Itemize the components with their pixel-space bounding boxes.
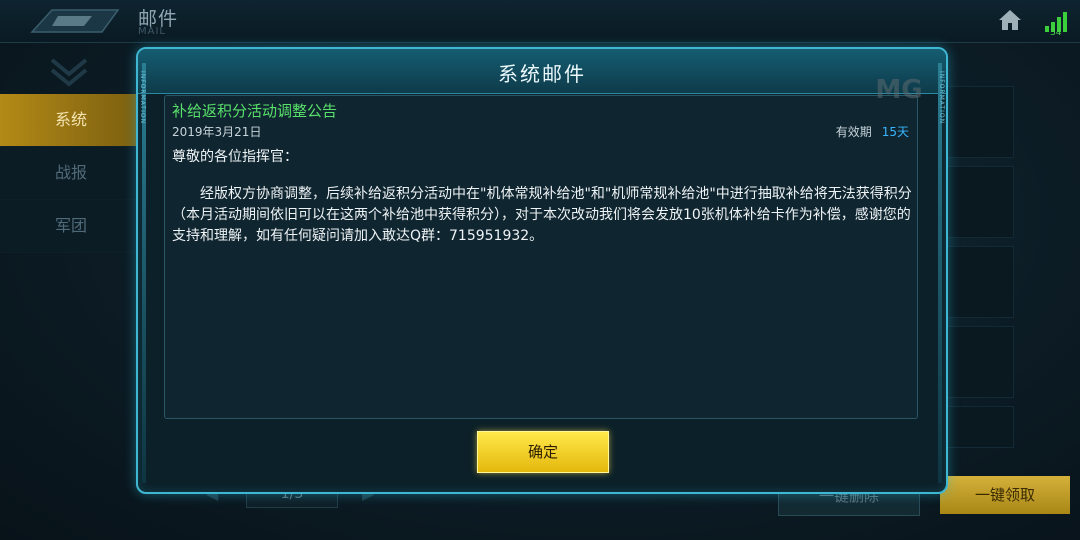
expiry-value: 15天: [881, 125, 909, 139]
page-subtitle: MAIL: [138, 26, 166, 37]
mail-list-item[interactable]: [942, 406, 1014, 448]
confirm-button[interactable]: 确定: [477, 431, 609, 473]
dialog-right-strip: [938, 63, 942, 483]
watermark-logo: MG: [875, 75, 923, 105]
mail-list-item[interactable]: [942, 246, 1014, 318]
chevron-down-icon: [50, 58, 88, 87]
claim-all-button[interactable]: 一键领取: [940, 476, 1070, 514]
dialog-title: 系统邮件: [498, 62, 586, 86]
back-arrow-icon[interactable]: [22, 6, 120, 34]
sidebar-item-system[interactable]: 系统: [0, 94, 142, 147]
sidebar: 系统 战报 军团: [0, 94, 142, 253]
dialog-side-tag: INFORMATION: [139, 71, 146, 125]
mail-list-item[interactable]: [942, 86, 1014, 158]
dialog-side-tag: INFORMATION: [938, 71, 945, 125]
top-bar: 邮件 MAIL 34: [0, 0, 1080, 43]
mail-greeting: 尊敬的各位指挥官：: [172, 149, 298, 165]
home-icon[interactable]: [998, 9, 1022, 31]
mail-list-item[interactable]: [942, 326, 1014, 398]
signal-value: 34: [1050, 28, 1062, 38]
mail-expiry: 有效期 15天: [836, 123, 909, 140]
mail-body: 经版权方协商调整，后续补给返积分活动中在"机体常规补给池"和"机师常规补给池"中…: [172, 186, 912, 244]
system-mail-dialog: 系统邮件 INFORMATION INFORMATION 补给返积分活动调整公告…: [136, 47, 948, 494]
sidebar-item-battle-report[interactable]: 战报: [0, 147, 142, 200]
expiry-label: 有效期: [835, 125, 872, 139]
mail-date: 2019年3月21日: [172, 125, 262, 139]
dialog-header: 系统邮件: [138, 49, 946, 94]
dialog-left-strip: [142, 63, 146, 483]
mail-title: 补给返积分活动调整公告: [172, 102, 338, 120]
sidebar-item-legion[interactable]: 军团: [0, 200, 142, 253]
mail-list-item[interactable]: [942, 166, 1014, 238]
mail-content-panel: 补给返积分活动调整公告 2019年3月21日 有效期 15天 尊敬的各位指挥官： …: [164, 95, 918, 419]
